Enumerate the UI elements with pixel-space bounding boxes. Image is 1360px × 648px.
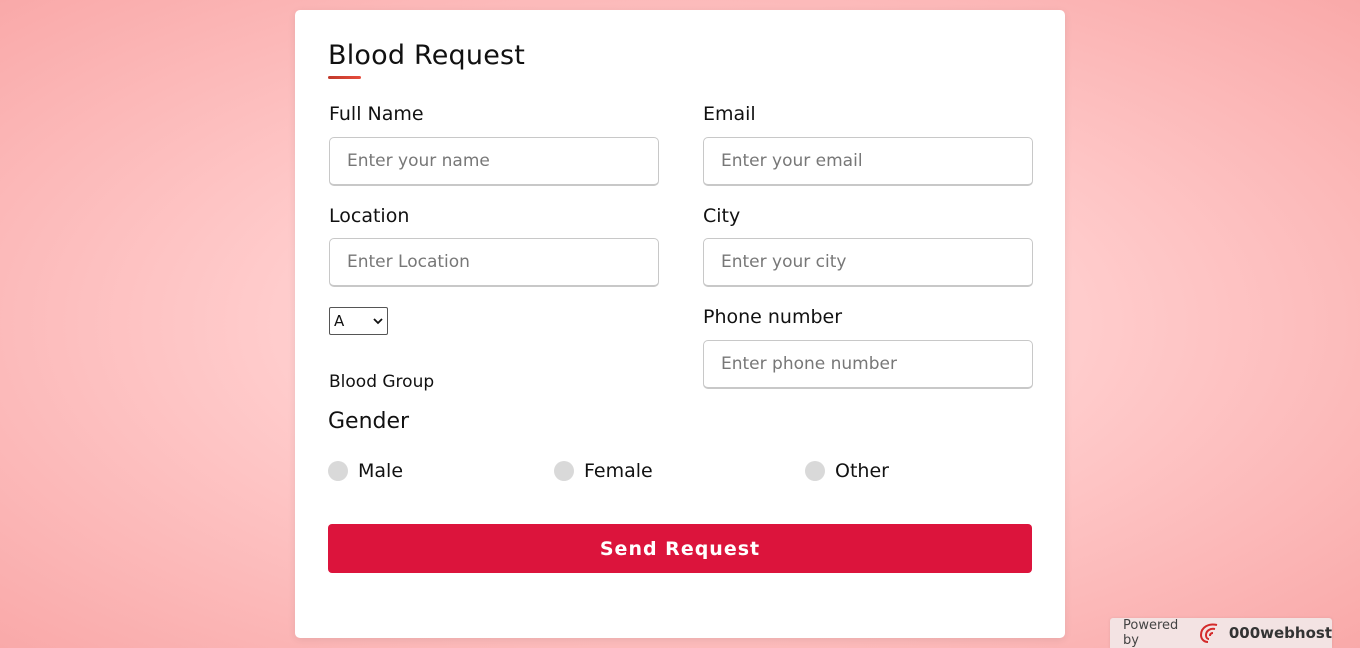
phone-input[interactable]	[703, 340, 1033, 389]
city-label: City	[703, 205, 741, 227]
full-name-label: Full Name	[329, 103, 424, 125]
radio-circle-icon[interactable]	[805, 461, 825, 481]
brand-name: 000webhost	[1228, 624, 1332, 642]
gender-option-label: Female	[584, 460, 653, 482]
title-underline	[328, 76, 361, 79]
radio-circle-icon[interactable]	[328, 461, 348, 481]
blood-group-value: A	[334, 312, 345, 330]
blood-group-select[interactable]: A	[329, 307, 388, 335]
send-request-button[interactable]: Send Request	[328, 524, 1032, 573]
blood-group-label: Blood Group	[329, 372, 435, 392]
page-title: Blood Request	[328, 40, 526, 71]
gender-option-label: Other	[835, 460, 889, 482]
gender-title: Gender	[328, 409, 410, 434]
gender-option-label: Male	[358, 460, 404, 482]
powered-by-badge[interactable]: Powered by 000webhost	[1110, 618, 1332, 648]
radio-circle-icon[interactable]	[554, 461, 574, 481]
chevron-down-icon	[373, 315, 383, 328]
city-input[interactable]	[703, 238, 1033, 287]
phone-label: Phone number	[703, 306, 843, 328]
email-input[interactable]	[703, 137, 1033, 186]
webhost-logo-icon	[1197, 621, 1221, 645]
gender-radio-male[interactable]: Male	[328, 460, 403, 482]
email-label: Email	[703, 103, 756, 125]
full-name-input[interactable]	[329, 137, 659, 186]
gender-radio-female[interactable]: Female	[554, 460, 653, 482]
gender-radio-other[interactable]: Other	[805, 460, 889, 482]
powered-by-text: Powered by	[1123, 618, 1179, 648]
blood-request-card: Blood Request Full Name Email Location C…	[295, 10, 1065, 638]
location-label: Location	[329, 205, 410, 227]
location-input[interactable]	[329, 238, 659, 287]
